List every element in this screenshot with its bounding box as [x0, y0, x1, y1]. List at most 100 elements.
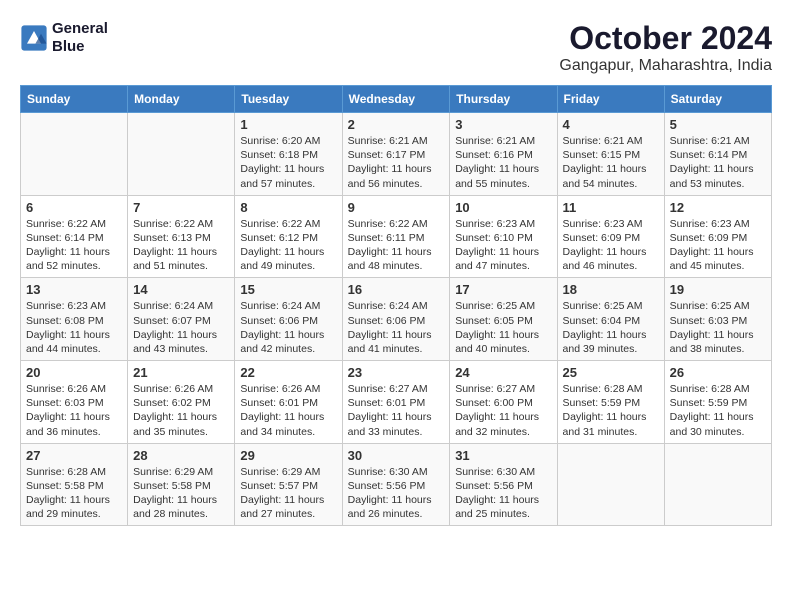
cell-content: Sunrise: 6:25 AMSunset: 6:03 PMDaylight:… [670, 299, 766, 356]
day-number: 19 [670, 282, 766, 297]
day-number: 3 [455, 117, 551, 132]
day-cell: 23Sunrise: 6:27 AMSunset: 6:01 PMDayligh… [342, 361, 450, 444]
day-number: 8 [240, 200, 336, 215]
cell-content: Sunrise: 6:22 AMSunset: 6:14 PMDaylight:… [26, 217, 122, 274]
day-cell: 14 Sunrise: 6:24 AMSunset: 6:07 PMDayligh… [128, 278, 235, 361]
day-number: 20 [26, 365, 122, 380]
main-title: October 2024 [559, 20, 772, 57]
cell-content: Sunrise: 6:21 AMSunset: 6:15 PMDaylight:… [563, 134, 659, 191]
day-cell: 12 Sunrise: 6:23 AMSunset: 6:09 PMDayligh… [664, 195, 771, 278]
cell-content: Sunrise: 6:22 AMSunset: 6:13 PMDaylight:… [133, 217, 229, 274]
cell-content: Sunrise: 6:24 AMSunset: 6:06 PMDaylight:… [240, 299, 336, 356]
cell-content: Sunrise: 6:23 AMSunset: 6:10 PMDaylight:… [455, 217, 551, 274]
day-number: 10 [455, 200, 551, 215]
day-number: 24 [455, 365, 551, 380]
day-number: 28 [133, 448, 229, 463]
day-number: 25 [563, 365, 659, 380]
day-number: 13 [26, 282, 122, 297]
day-cell: 8 Sunrise: 6:22 AMSunset: 6:12 PMDaylight… [235, 195, 342, 278]
day-number: 4 [563, 117, 659, 132]
week-row: 27 Sunrise: 6:28 AMSunset: 5:58 PMDayligh… [21, 443, 772, 526]
header-cell: Monday [128, 86, 235, 113]
calendar-table: SundayMondayTuesdayWednesdayThursdayFrid… [20, 85, 772, 526]
day-number: 9 [348, 200, 445, 215]
title-area: October 2024 Gangapur, Maharashtra, Indi… [559, 20, 772, 75]
week-row: 20 Sunrise: 6:26 AMSunset: 6:03 PMDayligh… [21, 361, 772, 444]
day-cell: 2 Sunrise: 6:21 AMSunset: 6:17 PMDaylight… [342, 113, 450, 196]
cell-content: Sunrise: 6:26 AMSunset: 6:02 PMDaylight:… [133, 382, 229, 439]
day-number: 17 [455, 282, 551, 297]
logo: General Blue [20, 20, 108, 56]
day-number: 7 [133, 200, 229, 215]
cell-content: Sunrise: 6:24 AMSunset: 6:06 PMDaylight:… [348, 299, 445, 356]
day-cell: 25 Sunrise: 6:28 AMSunset: 5:59 PMDayligh… [557, 361, 664, 444]
day-number: 22 [240, 365, 336, 380]
day-cell: 19 Sunrise: 6:25 AMSunset: 6:03 PMDayligh… [664, 278, 771, 361]
cell-content: Sunrise: 6:26 AMSunset: 6:03 PMDaylight:… [26, 382, 122, 439]
day-cell: 20 Sunrise: 6:26 AMSunset: 6:03 PMDayligh… [21, 361, 128, 444]
day-cell: 11 Sunrise: 6:23 AMSunset: 6:09 PMDayligh… [557, 195, 664, 278]
cell-content: Sunrise: 6:29 AMSunset: 5:58 PMDaylight:… [133, 465, 229, 522]
day-cell: 17 Sunrise: 6:25 AMSunset: 6:05 PMDayligh… [450, 278, 557, 361]
day-cell: 28 Sunrise: 6:29 AMSunset: 5:58 PMDayligh… [128, 443, 235, 526]
day-cell: 21 Sunrise: 6:26 AMSunset: 6:02 PMDayligh… [128, 361, 235, 444]
day-cell [128, 113, 235, 196]
day-cell: 16 Sunrise: 6:24 AMSunset: 6:06 PMDayligh… [342, 278, 450, 361]
day-cell: 29Sunrise: 6:29 AMSunset: 5:57 PMDayligh… [235, 443, 342, 526]
cell-content: Sunrise: 6:22 AMSunset: 6:12 PMDaylight:… [240, 217, 336, 274]
cell-content: Sunrise: 6:28 AMSunset: 5:59 PMDaylight:… [563, 382, 659, 439]
day-cell: 24 Sunrise: 6:27 AMSunset: 6:00 PMDayligh… [450, 361, 557, 444]
header-row: SundayMondayTuesdayWednesdayThursdayFrid… [21, 86, 772, 113]
day-cell: 31 Sunrise: 6:30 AMSunset: 5:56 PMDayligh… [450, 443, 557, 526]
day-cell: 7 Sunrise: 6:22 AMSunset: 6:13 PMDaylight… [128, 195, 235, 278]
week-row: 6 Sunrise: 6:22 AMSunset: 6:14 PMDaylight… [21, 195, 772, 278]
day-number: 16 [348, 282, 445, 297]
week-row: 1Sunrise: 6:20 AMSunset: 6:18 PMDaylight… [21, 113, 772, 196]
day-cell: 22 Sunrise: 6:26 AMSunset: 6:01 PMDayligh… [235, 361, 342, 444]
day-number: 27 [26, 448, 122, 463]
cell-content: Sunrise: 6:23 AMSunset: 6:08 PMDaylight:… [26, 299, 122, 356]
cell-content: Sunrise: 6:21 AMSunset: 6:16 PMDaylight:… [455, 134, 551, 191]
cell-content: Sunrise: 6:23 AMSunset: 6:09 PMDaylight:… [563, 217, 659, 274]
week-row: 13 Sunrise: 6:23 AMSunset: 6:08 PMDayligh… [21, 278, 772, 361]
day-cell: 3 Sunrise: 6:21 AMSunset: 6:16 PMDaylight… [450, 113, 557, 196]
day-cell: 26Sunrise: 6:28 AMSunset: 5:59 PMDayligh… [664, 361, 771, 444]
day-number: 15 [240, 282, 336, 297]
day-number: 18 [563, 282, 659, 297]
header-cell: Tuesday [235, 86, 342, 113]
cell-content: Sunrise: 6:25 AMSunset: 6:05 PMDaylight:… [455, 299, 551, 356]
day-cell: 18Sunrise: 6:25 AMSunset: 6:04 PMDayligh… [557, 278, 664, 361]
day-cell: 27 Sunrise: 6:28 AMSunset: 5:58 PMDayligh… [21, 443, 128, 526]
cell-content: Sunrise: 6:27 AMSunset: 6:01 PMDaylight:… [348, 382, 445, 439]
cell-content: Sunrise: 6:21 AMSunset: 6:14 PMDaylight:… [670, 134, 766, 191]
cell-content: Sunrise: 6:28 AMSunset: 5:58 PMDaylight:… [26, 465, 122, 522]
header-cell: Sunday [21, 86, 128, 113]
header-cell: Friday [557, 86, 664, 113]
cell-content: Sunrise: 6:30 AMSunset: 5:56 PMDaylight:… [455, 465, 551, 522]
day-number: 2 [348, 117, 445, 132]
day-number: 29 [240, 448, 336, 463]
cell-content: Sunrise: 6:27 AMSunset: 6:00 PMDaylight:… [455, 382, 551, 439]
header-cell: Wednesday [342, 86, 450, 113]
logo-icon [20, 24, 48, 52]
logo-line2: Blue [52, 38, 108, 56]
day-number: 6 [26, 200, 122, 215]
day-cell: 13 Sunrise: 6:23 AMSunset: 6:08 PMDayligh… [21, 278, 128, 361]
day-cell: 5 Sunrise: 6:21 AMSunset: 6:14 PMDaylight… [664, 113, 771, 196]
cell-content: Sunrise: 6:26 AMSunset: 6:01 PMDaylight:… [240, 382, 336, 439]
day-cell: 9Sunrise: 6:22 AMSunset: 6:11 PMDaylight… [342, 195, 450, 278]
day-number: 5 [670, 117, 766, 132]
day-number: 21 [133, 365, 229, 380]
day-number: 14 [133, 282, 229, 297]
cell-content: Sunrise: 6:21 AMSunset: 6:17 PMDaylight:… [348, 134, 445, 191]
cell-content: Sunrise: 6:24 AMSunset: 6:07 PMDaylight:… [133, 299, 229, 356]
cell-content: Sunrise: 6:23 AMSunset: 6:09 PMDaylight:… [670, 217, 766, 274]
day-number: 31 [455, 448, 551, 463]
day-number: 11 [563, 200, 659, 215]
header-cell: Saturday [664, 86, 771, 113]
day-number: 12 [670, 200, 766, 215]
day-cell [664, 443, 771, 526]
day-number: 30 [348, 448, 445, 463]
day-cell: 4 Sunrise: 6:21 AMSunset: 6:15 PMDaylight… [557, 113, 664, 196]
logo-line1: General [52, 20, 108, 38]
